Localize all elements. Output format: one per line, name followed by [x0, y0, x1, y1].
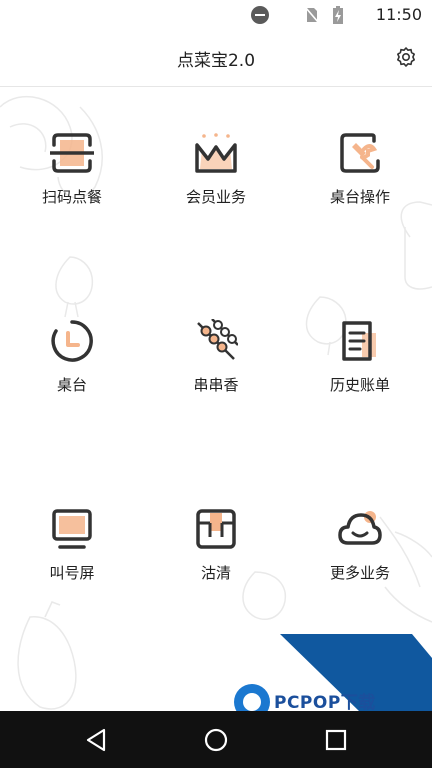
watermark-text: PCPOP下载	[274, 693, 376, 713]
menu-item-label: 历史账单	[329, 376, 390, 394]
navigation-bar	[0, 711, 432, 768]
gear-icon[interactable]	[394, 45, 418, 69]
crown-icon	[195, 133, 237, 173]
watermark: PCPOP下载	[226, 634, 432, 720]
menu-grid: 扫码点餐 会员业务 桌台操作 桌台 串串香 历史账单 叫号屏 沽清 更多业务	[0, 87, 432, 651]
home-icon[interactable]	[203, 727, 229, 753]
bill-icon	[342, 321, 376, 361]
menu-item-label: 叫号屏	[49, 564, 95, 582]
recents-icon[interactable]	[323, 727, 349, 753]
menu-item-table-operation[interactable]: 桌台操作	[288, 87, 432, 275]
clock-icon	[51, 320, 93, 362]
scan-icon	[50, 133, 94, 173]
battery-charging-icon	[333, 6, 343, 24]
menu-item-label: 会员业务	[185, 188, 246, 206]
menu-item-bill-history[interactable]: 历史账单	[288, 275, 432, 463]
status-time: 11:50	[375, 5, 422, 24]
menu-item-calling-screen[interactable]: 叫号屏	[0, 463, 144, 651]
menu-item-label: 串串香	[193, 376, 239, 394]
menu-item-label: 桌台操作	[329, 188, 390, 206]
menu-item-membership[interactable]: 会员业务	[144, 87, 288, 275]
menu-item-label: 桌台	[56, 376, 87, 394]
menu-item-label: 更多业务	[329, 564, 390, 582]
do-not-disturb-icon	[251, 6, 269, 24]
app-header: 点菜宝2.0	[0, 30, 432, 87]
no-sim-icon	[306, 7, 318, 23]
menu-item-skewers[interactable]: 串串香	[144, 275, 288, 463]
back-icon[interactable]	[84, 727, 110, 753]
menu-item-scan-order[interactable]: 扫码点餐	[0, 87, 144, 275]
menu-item-label: 扫码点餐	[41, 188, 102, 206]
monitor-icon	[52, 509, 92, 549]
wrench-icon	[340, 133, 380, 173]
menu-item-tables[interactable]: 桌台	[0, 275, 144, 463]
page-title: 点菜宝2.0	[176, 51, 256, 71]
menu-item-label: 沽清	[200, 564, 231, 582]
box-icon	[196, 509, 236, 549]
menu-item-more-services[interactable]: 更多业务	[288, 463, 432, 651]
skewer-icon	[197, 319, 238, 360]
menu-item-sold-out[interactable]: 沽清	[144, 463, 288, 651]
cloud-icon	[338, 511, 382, 545]
status-bar: 11:50	[0, 0, 432, 30]
